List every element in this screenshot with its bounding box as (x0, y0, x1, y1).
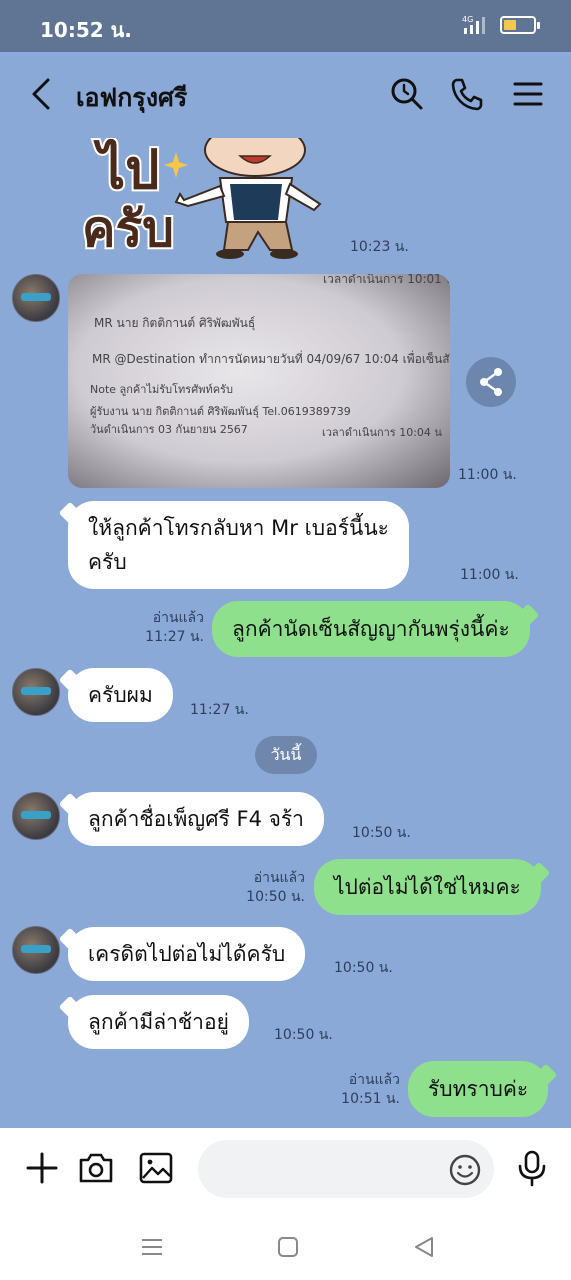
message-text: เครดิตไปต่อไม่ได้ครับ (88, 942, 286, 966)
phone-icon[interactable] (449, 76, 485, 112)
message-text: ลูกค้าชื่อเพ็ญศรี F4 จร้า (88, 807, 304, 831)
share-button[interactable] (466, 357, 516, 407)
read-label: อ่านแล้ว (152, 610, 204, 626)
share-icon (480, 368, 502, 396)
message-text: ไปต่อไม่ได้ใช่ไหมคะ (334, 875, 521, 899)
message-time: 11:00 น. (460, 567, 519, 583)
message-text: รับทราบค่ะ (428, 1077, 529, 1101)
home-icon[interactable] (274, 1234, 302, 1260)
message-time: 10:23 น. (350, 239, 409, 255)
system-nav-bar (0, 1212, 571, 1280)
microphone-icon[interactable] (512, 1148, 552, 1188)
read-label: อ่านแล้ว (348, 1072, 400, 1088)
message-composer (0, 1128, 571, 1212)
message-bubble[interactable]: รับทราบค่ะ (408, 1061, 549, 1117)
gallery-icon[interactable] (136, 1148, 176, 1188)
back-icon[interactable] (26, 76, 56, 112)
image-text: Note ลูกค้าไม่รับโทรศัพท์ครับ (90, 383, 233, 396)
message-text: ลูกค้ามีล่าช้าอยู่ (88, 1010, 229, 1034)
avatar[interactable] (12, 274, 60, 322)
read-receipt: อ่านแล้ว 10:51 น. (326, 1071, 400, 1109)
message-time: 11:00 น. (458, 467, 517, 483)
sticker[interactable]: ไป ครับ (80, 138, 340, 260)
status-time: 10:52 น. (40, 18, 132, 42)
message-bubble[interactable]: ครับผม (68, 668, 173, 722)
date-divider: วันนี้ (255, 736, 317, 774)
back-nav-icon[interactable] (410, 1234, 438, 1260)
camera-icon[interactable] (76, 1148, 116, 1188)
read-receipt: อ่านแล้ว 10:50 น. (231, 869, 305, 907)
message-time: 10:50 น. (274, 1027, 333, 1043)
battery-icon (500, 16, 540, 34)
search-icon[interactable] (389, 76, 425, 112)
avatar[interactable] (12, 792, 60, 840)
chat-title: เอฟกรุงศรี (76, 83, 188, 112)
message-text: ลูกค้านัดเซ็นสัญญากันพรุ่งนี้ค่ะ (232, 617, 510, 641)
message-bubble[interactable]: เครดิตไปต่อไม่ได้ครับ (68, 927, 306, 981)
avatar[interactable] (12, 668, 60, 716)
message-bubble[interactable]: ไปต่อไม่ได้ใช่ไหมคะ (314, 859, 541, 915)
image-message[interactable]: เวลาดำเนินการ 10:01 น MR นาย กิตติกานต์ … (68, 274, 450, 488)
image-text: MR @Destination ทำการนัดหมายวันที่ 04/09… (92, 352, 450, 366)
message-bubble[interactable]: ลูกค้านัดเซ็นสัญญากันพรุ่งนี้ค่ะ (212, 601, 530, 657)
avatar[interactable] (12, 926, 60, 974)
image-text: เวลาดำเนินการ 10:04 น (322, 426, 442, 439)
add-icon[interactable] (22, 1148, 62, 1188)
message-text: ครับผม (88, 683, 153, 707)
read-receipt: อ่านแล้ว 11:27 น. (130, 609, 204, 647)
image-text: วันดำเนินการ 03 กันยายน 2567 (90, 423, 248, 436)
emoji-icon[interactable] (448, 1153, 482, 1187)
message-bubble[interactable]: ลูกค้ามีล่าช้าอยู่ (68, 995, 249, 1049)
signal-icon: 4G (462, 15, 485, 34)
message-bubble[interactable]: ให้ลูกค้าโทรกลับหา Mr เบอร์นี้นะ ครับ (68, 501, 409, 589)
message-bubble[interactable]: ลูกค้าชื่อเพ็ญศรี F4 จร้า (68, 792, 324, 846)
chat-header: เอฟกรุงศรี (0, 52, 571, 138)
image-text: ผู้รับงาน นาย กิตติกานต์ ศิริพัฒพันธุ์ T… (90, 405, 351, 418)
message-time: 10:50 น. (246, 889, 305, 905)
message-text: ครับ (88, 550, 127, 574)
image-text: เวลาดำเนินการ 10:01 น (323, 274, 450, 286)
sticker-text-1: ไป (93, 138, 159, 201)
recents-icon[interactable] (138, 1234, 166, 1260)
status-bar: 10:52 น. 4G (0, 0, 571, 52)
message-time: 10:50 น. (334, 960, 393, 976)
message-time: 10:51 น. (341, 1091, 400, 1107)
read-label: อ่านแล้ว (253, 870, 305, 886)
image-text: MR นาย กิตติกานต์ ศิริพัฒพันธุ์ (94, 316, 256, 330)
message-time: 10:50 น. (352, 825, 411, 841)
message-time: 11:27 น. (145, 629, 204, 645)
message-text: ให้ลูกค้าโทรกลับหา Mr เบอร์นี้นะ (88, 516, 389, 540)
message-time: 11:27 น. (190, 702, 249, 718)
network-type: 4G (462, 15, 473, 24)
chat-area[interactable]: ไป ครับ 10:23 น. เวลาดำเนินการ 10:01 น M… (0, 138, 571, 1128)
menu-icon[interactable] (510, 76, 546, 112)
sticker-text-2: ครับ (82, 200, 174, 258)
